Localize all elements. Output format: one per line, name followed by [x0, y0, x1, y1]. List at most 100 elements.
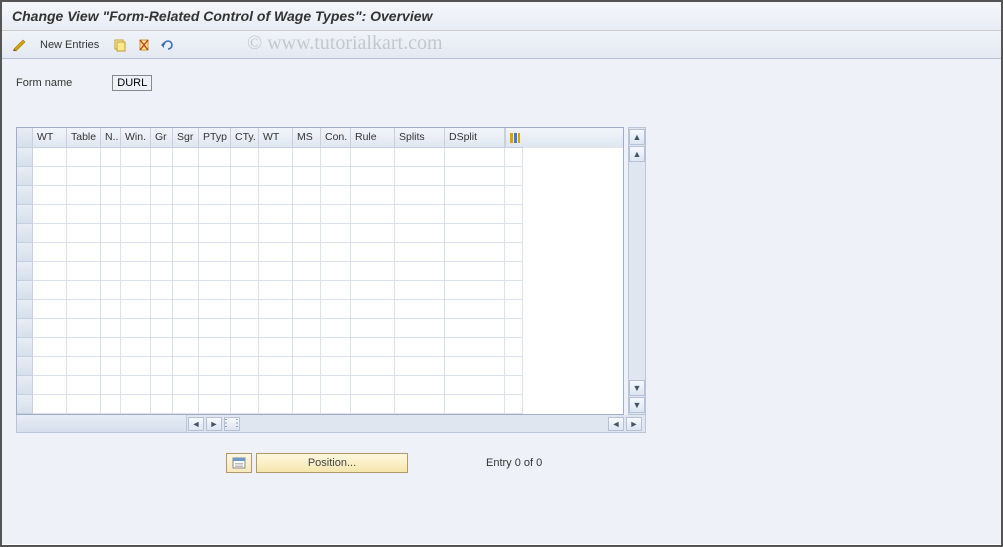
- cell[interactable]: [173, 224, 199, 243]
- cell[interactable]: [259, 243, 293, 262]
- copy-icon[interactable]: [111, 36, 129, 54]
- cell[interactable]: [173, 186, 199, 205]
- cell[interactable]: [151, 224, 173, 243]
- cell[interactable]: [67, 338, 101, 357]
- cell[interactable]: [259, 357, 293, 376]
- cell[interactable]: [321, 300, 351, 319]
- cell[interactable]: [151, 262, 173, 281]
- cell[interactable]: [259, 148, 293, 167]
- cell[interactable]: [445, 300, 505, 319]
- cell[interactable]: [199, 148, 231, 167]
- cell[interactable]: [121, 376, 151, 395]
- cell[interactable]: [151, 281, 173, 300]
- cell[interactable]: [33, 357, 67, 376]
- cell[interactable]: [173, 376, 199, 395]
- cell[interactable]: [293, 319, 321, 338]
- cell[interactable]: [151, 357, 173, 376]
- cell[interactable]: [151, 319, 173, 338]
- scroll-left-icon[interactable]: ◄: [188, 417, 204, 431]
- cell[interactable]: [445, 205, 505, 224]
- cell[interactable]: [259, 281, 293, 300]
- cell[interactable]: [101, 338, 121, 357]
- cell[interactable]: [293, 243, 321, 262]
- cell[interactable]: [33, 186, 67, 205]
- cell[interactable]: [395, 376, 445, 395]
- cell[interactable]: [33, 148, 67, 167]
- cell[interactable]: [199, 319, 231, 338]
- cell[interactable]: [121, 243, 151, 262]
- row-selector[interactable]: [17, 338, 33, 357]
- row-selector[interactable]: [17, 186, 33, 205]
- table-row[interactable]: [17, 319, 623, 338]
- cell[interactable]: [321, 205, 351, 224]
- undo-icon[interactable]: [159, 36, 177, 54]
- cell[interactable]: [321, 357, 351, 376]
- delete-icon[interactable]: [135, 36, 153, 54]
- cell[interactable]: [395, 243, 445, 262]
- cell[interactable]: [445, 186, 505, 205]
- cell[interactable]: [259, 319, 293, 338]
- cell[interactable]: [231, 300, 259, 319]
- cell[interactable]: [259, 262, 293, 281]
- new-entries-button[interactable]: New Entries: [34, 37, 105, 53]
- cell[interactable]: [293, 148, 321, 167]
- cell[interactable]: [395, 262, 445, 281]
- cell[interactable]: [121, 319, 151, 338]
- cell[interactable]: [231, 224, 259, 243]
- scroll-left-end-icon[interactable]: ◄: [608, 417, 624, 431]
- cell[interactable]: [101, 167, 121, 186]
- cell[interactable]: [173, 148, 199, 167]
- cell[interactable]: [199, 376, 231, 395]
- row-selector[interactable]: [17, 300, 33, 319]
- cell[interactable]: [199, 357, 231, 376]
- cell[interactable]: [151, 186, 173, 205]
- horizontal-scrollbar[interactable]: ◄ ► ⋮⋮ ◄ ►: [16, 415, 646, 433]
- cell[interactable]: [445, 357, 505, 376]
- cell[interactable]: [351, 300, 395, 319]
- cell[interactable]: [231, 205, 259, 224]
- cell[interactable]: [173, 357, 199, 376]
- row-selector[interactable]: [17, 357, 33, 376]
- cell[interactable]: [231, 357, 259, 376]
- cell[interactable]: [259, 300, 293, 319]
- col-header-sgr[interactable]: Sgr: [173, 128, 199, 148]
- cell[interactable]: [101, 395, 121, 414]
- table-row[interactable]: [17, 186, 623, 205]
- cell[interactable]: [121, 281, 151, 300]
- cell[interactable]: [173, 281, 199, 300]
- cell[interactable]: [101, 319, 121, 338]
- cell[interactable]: [199, 224, 231, 243]
- row-selector[interactable]: [17, 224, 33, 243]
- table-row[interactable]: [17, 357, 623, 376]
- cell[interactable]: [293, 205, 321, 224]
- row-selector[interactable]: [17, 243, 33, 262]
- cell[interactable]: [293, 186, 321, 205]
- cell[interactable]: [173, 262, 199, 281]
- cell[interactable]: [445, 395, 505, 414]
- cell[interactable]: [321, 319, 351, 338]
- cell[interactable]: [33, 167, 67, 186]
- cell[interactable]: [445, 167, 505, 186]
- col-header-wt[interactable]: WT: [33, 128, 67, 148]
- scroll-right-icon[interactable]: ►: [206, 417, 222, 431]
- cell[interactable]: [445, 376, 505, 395]
- col-header-con[interactable]: Con.: [321, 128, 351, 148]
- cell[interactable]: [101, 262, 121, 281]
- cell[interactable]: [121, 357, 151, 376]
- form-name-value[interactable]: DURL: [112, 75, 152, 91]
- cell[interactable]: [321, 338, 351, 357]
- cell[interactable]: [321, 148, 351, 167]
- cell[interactable]: [151, 148, 173, 167]
- cell[interactable]: [67, 224, 101, 243]
- cell[interactable]: [67, 262, 101, 281]
- cell[interactable]: [33, 319, 67, 338]
- table-row[interactable]: [17, 224, 623, 243]
- cell[interactable]: [351, 319, 395, 338]
- position-icon[interactable]: [226, 453, 252, 473]
- cell[interactable]: [259, 167, 293, 186]
- cell[interactable]: [101, 186, 121, 205]
- cell[interactable]: [199, 262, 231, 281]
- table-row[interactable]: [17, 243, 623, 262]
- cell[interactable]: [101, 357, 121, 376]
- cell[interactable]: [351, 395, 395, 414]
